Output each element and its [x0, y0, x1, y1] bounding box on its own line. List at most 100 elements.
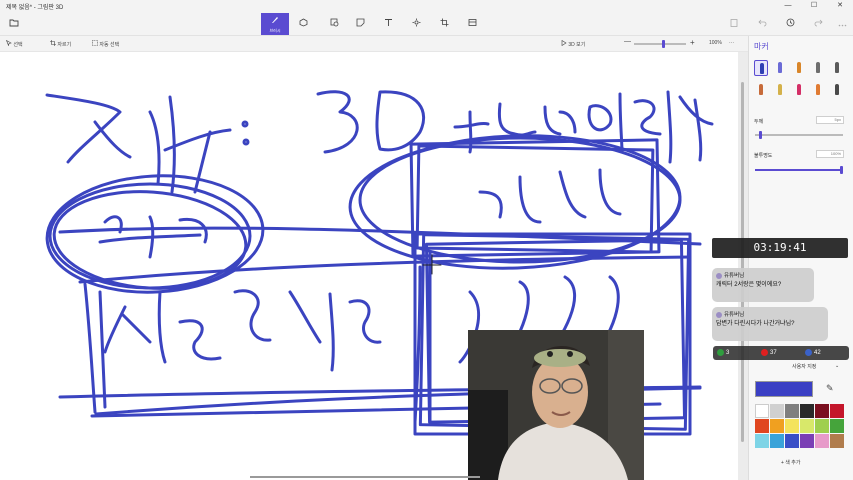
chevron-down-icon[interactable]: ⌄	[835, 363, 839, 369]
tab-text[interactable]	[378, 14, 398, 34]
chat-user: 유튜버님	[716, 271, 810, 279]
webcam-feed	[468, 330, 644, 480]
thickness-input[interactable]: 5px	[816, 116, 844, 124]
chat-text: 답변가 다린시다가 나간거냐님?	[716, 321, 795, 327]
add-color-button[interactable]: + 색 추가	[781, 459, 801, 466]
tab-brushes[interactable]: 브러시	[261, 13, 289, 35]
palette-swatch[interactable]	[770, 404, 784, 418]
view-3d-toggle[interactable]: 3D 보기	[561, 39, 585, 48]
palette-swatch[interactable]	[770, 419, 784, 433]
maximize-button[interactable]: ☐	[801, 0, 827, 12]
brush-spray[interactable]	[811, 82, 825, 98]
tab-mixed-reality[interactable]	[462, 14, 482, 34]
opacity-input[interactable]: 100%	[816, 150, 844, 158]
palette-swatch[interactable]	[830, 404, 844, 418]
chat-message: 유튜버님 답변가 다린시다가 나간거냐님?	[712, 307, 828, 341]
viewer-count: 42	[805, 349, 821, 356]
palette-swatch[interactable]	[800, 404, 814, 418]
select-tool[interactable]: 선택	[5, 39, 23, 48]
brush-eraser[interactable]	[754, 82, 768, 98]
kakao-count: 3	[717, 349, 729, 356]
palette-swatch[interactable]	[755, 419, 769, 433]
brush-pixel[interactable]	[792, 82, 806, 98]
palette-swatch[interactable]	[770, 434, 784, 448]
brush-marker[interactable]	[754, 60, 768, 76]
palette-swatch[interactable]	[785, 419, 799, 433]
palette-swatch[interactable]	[785, 434, 799, 448]
palette-swatch[interactable]	[815, 419, 829, 433]
avatar	[716, 311, 722, 318]
tab-effects[interactable]	[406, 14, 426, 34]
selection-toolbar: 선택 자르기 자동 선택 3D 보기 — + 100% ···	[0, 36, 748, 52]
youtube-icon	[761, 349, 768, 356]
crop-tool[interactable]: 자르기	[50, 40, 71, 48]
magic-select-icon	[92, 40, 98, 46]
crop-icon	[440, 18, 448, 27]
current-color-swatch[interactable]	[755, 381, 813, 397]
thickness-knob[interactable]	[759, 131, 762, 139]
tab-stickers[interactable]	[350, 14, 370, 34]
title-bar: 제목 없음* - 그림판 3D — ☐ ✕	[0, 0, 853, 12]
vertical-scrollbar[interactable]	[738, 52, 748, 480]
tab-3d-shapes[interactable]	[293, 14, 313, 34]
undo-icon	[757, 19, 766, 27]
close-button[interactable]: ✕	[827, 0, 853, 12]
magic-select-tool[interactable]: 자동 선택	[92, 40, 119, 48]
palette-swatch[interactable]	[815, 434, 829, 448]
paste-button[interactable]	[724, 14, 744, 34]
mixed-reality-icon	[468, 19, 476, 26]
brush-fill[interactable]	[830, 82, 844, 98]
effects-icon	[412, 18, 420, 27]
menu-folder-icon[interactable]	[4, 14, 24, 34]
minimize-button[interactable]: —	[775, 0, 801, 12]
palette-swatch[interactable]	[800, 419, 814, 433]
stickers-icon	[330, 18, 338, 27]
thickness-slider[interactable]	[755, 131, 843, 139]
avatar	[716, 272, 722, 279]
brush-pencil[interactable]	[830, 60, 844, 76]
brush-watercolor[interactable]	[811, 60, 825, 76]
scrollbar-thumb[interactable]	[741, 82, 744, 442]
select-label: 선택	[13, 42, 23, 48]
paste-icon	[730, 19, 738, 27]
brush-crayon[interactable]	[773, 82, 787, 98]
youtube-count: 37	[761, 349, 777, 356]
stream-clock: 03:19:41	[712, 238, 848, 258]
palette-swatch[interactable]	[755, 404, 769, 418]
chat-message: 유튜버님 캐릭터 2서랑은 몇이에요?	[712, 268, 814, 302]
palette-swatch[interactable]	[830, 419, 844, 433]
history-button[interactable]	[780, 14, 800, 34]
kakao-icon	[717, 349, 724, 356]
brush-calligraphy[interactable]	[773, 60, 787, 76]
cube-icon	[356, 18, 364, 27]
stream-stats-bar: 3 37 42	[713, 346, 849, 360]
palette-swatch[interactable]	[800, 434, 814, 448]
pixel-pen-icon	[797, 84, 801, 95]
eraser-brush-icon	[759, 84, 763, 95]
zoom-in-button[interactable]: +	[690, 38, 695, 47]
palette-swatch[interactable]	[755, 434, 769, 448]
main-toolbar: 브러시	[0, 12, 853, 36]
zoom-slider[interactable]	[634, 40, 686, 48]
palette-swatch[interactable]	[785, 404, 799, 418]
tab-canvas[interactable]	[434, 14, 454, 34]
more-menu-button[interactable]	[832, 14, 852, 34]
zoom-out-button[interactable]: —	[624, 38, 631, 45]
horizontal-scrollbar[interactable]	[250, 476, 480, 478]
view-3d-icon	[561, 39, 567, 47]
brush-oil[interactable]	[792, 60, 806, 76]
palette-swatch[interactable]	[830, 434, 844, 448]
opacity-slider[interactable]	[755, 166, 843, 174]
zoom-value: 100%	[709, 40, 722, 46]
redo-button[interactable]	[808, 14, 828, 34]
more-options-button[interactable]: ···	[729, 40, 734, 46]
eyedropper-icon[interactable]: ✎	[826, 383, 834, 394]
undo-button[interactable]	[752, 14, 772, 34]
tab-2d-shapes[interactable]	[324, 14, 344, 34]
more-icon	[838, 24, 846, 27]
shapes-3d-icon	[299, 18, 307, 27]
custom-color-label: 사용자 지정	[792, 364, 817, 370]
palette-swatch[interactable]	[815, 404, 829, 418]
opacity-knob[interactable]	[840, 166, 843, 174]
zoom-slider-knob[interactable]	[662, 40, 665, 48]
